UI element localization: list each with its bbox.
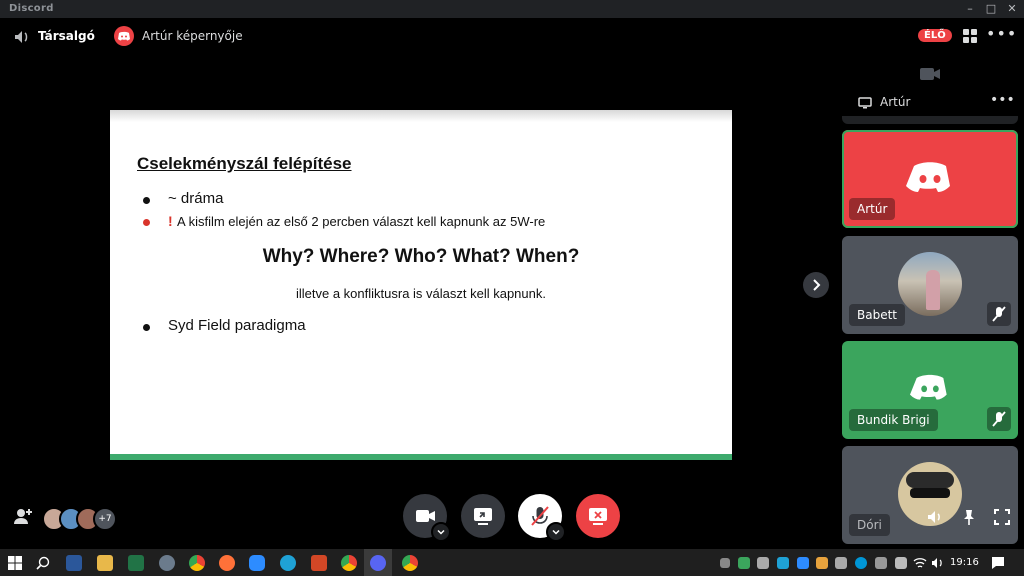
muted-mic-icon: [987, 302, 1011, 326]
title-bar: Discord – □ ✕: [0, 0, 1024, 18]
edge-icon[interactable]: [280, 555, 296, 571]
pin-icon[interactable]: [961, 508, 977, 526]
app-name: Discord: [9, 3, 54, 14]
next-arrow-button[interactable]: [803, 272, 829, 298]
slide-title: Cselekményszál felépítése: [137, 154, 352, 173]
excel-icon[interactable]: [128, 555, 144, 571]
tray-icon[interactable]: [875, 557, 887, 569]
search-icon[interactable]: [36, 556, 50, 570]
taskbar: [0, 549, 1024, 576]
more-options-icon[interactable]: •••: [986, 24, 1017, 43]
chevron-right-icon: [813, 279, 821, 291]
notification-icon[interactable]: [991, 556, 1005, 570]
channel-name: Társalgó: [38, 29, 95, 43]
extra-participants-count[interactable]: +7: [93, 507, 117, 531]
tray-icon[interactable]: [816, 557, 828, 569]
word-icon[interactable]: [66, 555, 82, 571]
maximize-icon[interactable]: □: [981, 1, 1001, 17]
tray-icon[interactable]: [757, 557, 769, 569]
participant-tile-babett[interactable]: Babett: [842, 236, 1018, 334]
warning-mark: !: [168, 213, 173, 229]
live-badge: ÉLŐ: [918, 29, 952, 42]
chevron-up-icon[interactable]: [720, 558, 730, 568]
discord-avatar-icon: [910, 374, 947, 400]
participant-tile-artur[interactable]: Artúr: [842, 130, 1018, 228]
shared-screen: Cselekményszál felépítése ~ dráma ! A ki…: [110, 110, 732, 460]
powerpoint-icon[interactable]: [311, 555, 327, 571]
tray-icon[interactable]: [777, 557, 789, 569]
bullet-dot: [143, 197, 150, 204]
slide-bullet: Syd Field paradigma: [168, 317, 306, 334]
screen-share-icon: [474, 508, 492, 525]
volume-icon[interactable]: [931, 557, 945, 569]
slide-bullet: A kisfilm elején az első 2 percben válas…: [177, 214, 546, 229]
fullscreen-icon[interactable]: [993, 508, 1011, 526]
stream-more-icon[interactable]: •••: [990, 92, 1015, 108]
discord-taskbar-icon[interactable]: [370, 555, 386, 571]
call-header: Társalgó Artúr képernyője ÉLŐ •••: [0, 18, 1024, 56]
discord-avatar-icon: [906, 162, 950, 192]
volume-icon[interactable]: [926, 508, 944, 526]
bullet-dot: [143, 324, 150, 331]
chevron-down-icon[interactable]: [546, 522, 566, 542]
slide-accent-bar: [110, 454, 732, 460]
screen-share-button[interactable]: [461, 494, 505, 538]
participant-tile-bundik-brigi[interactable]: Bundik Brigi: [842, 341, 1018, 439]
video-camera-icon: [920, 68, 940, 80]
bullet-dot-red: [143, 219, 150, 226]
mute-button[interactable]: [518, 494, 566, 542]
zoom-icon[interactable]: [249, 555, 265, 571]
screen-share-title: Artúr képernyője: [142, 29, 243, 43]
muted-mic-icon: [987, 407, 1011, 431]
participant-name: Babett: [849, 304, 905, 326]
close-icon[interactable]: ✕: [1002, 1, 1022, 17]
chrome-icon[interactable]: [341, 555, 357, 571]
add-user-icon[interactable]: [13, 507, 33, 525]
participant-name: Bundik Brigi: [849, 409, 938, 431]
participant-tile-dori[interactable]: Dóri: [842, 446, 1018, 544]
stream-label: Artúr: [880, 95, 911, 109]
slide-headline: Why? Where? Who? What? When?: [262, 246, 580, 267]
monitor-icon: [858, 97, 872, 109]
taskbar-clock: 19:16: [950, 557, 979, 568]
stop-screen-share-icon: [589, 508, 607, 525]
tray-icon[interactable]: [797, 557, 809, 569]
hp-icon[interactable]: [855, 557, 867, 569]
app-icon[interactable]: [159, 555, 175, 571]
camera-button[interactable]: [403, 494, 451, 542]
slide-bullet: ~ dráma: [168, 190, 224, 207]
stop-stream-button[interactable]: [576, 494, 620, 538]
discord-logo-icon: [114, 26, 134, 46]
participant-name: Dóri: [849, 514, 890, 536]
file-explorer-icon[interactable]: [97, 555, 113, 571]
chevron-down-icon[interactable]: [431, 522, 451, 542]
wifi-icon[interactable]: [913, 557, 927, 569]
windows-start-icon[interactable]: [8, 556, 22, 570]
chrome-icon[interactable]: [189, 555, 205, 571]
speaker-icon: [15, 31, 28, 43]
participant-name: Artúr: [849, 198, 896, 220]
chrome-icon[interactable]: [402, 555, 418, 571]
tray-icon[interactable]: [738, 557, 750, 569]
tray-icon[interactable]: [895, 557, 907, 569]
firefox-icon[interactable]: [219, 555, 235, 571]
slide-subline: illetve a konfliktusra is választ kell k…: [295, 286, 546, 301]
avatar: [898, 252, 962, 316]
tray-icon[interactable]: [835, 557, 847, 569]
grid-layout-icon[interactable]: [962, 28, 978, 44]
minimize-icon[interactable]: –: [960, 1, 980, 17]
